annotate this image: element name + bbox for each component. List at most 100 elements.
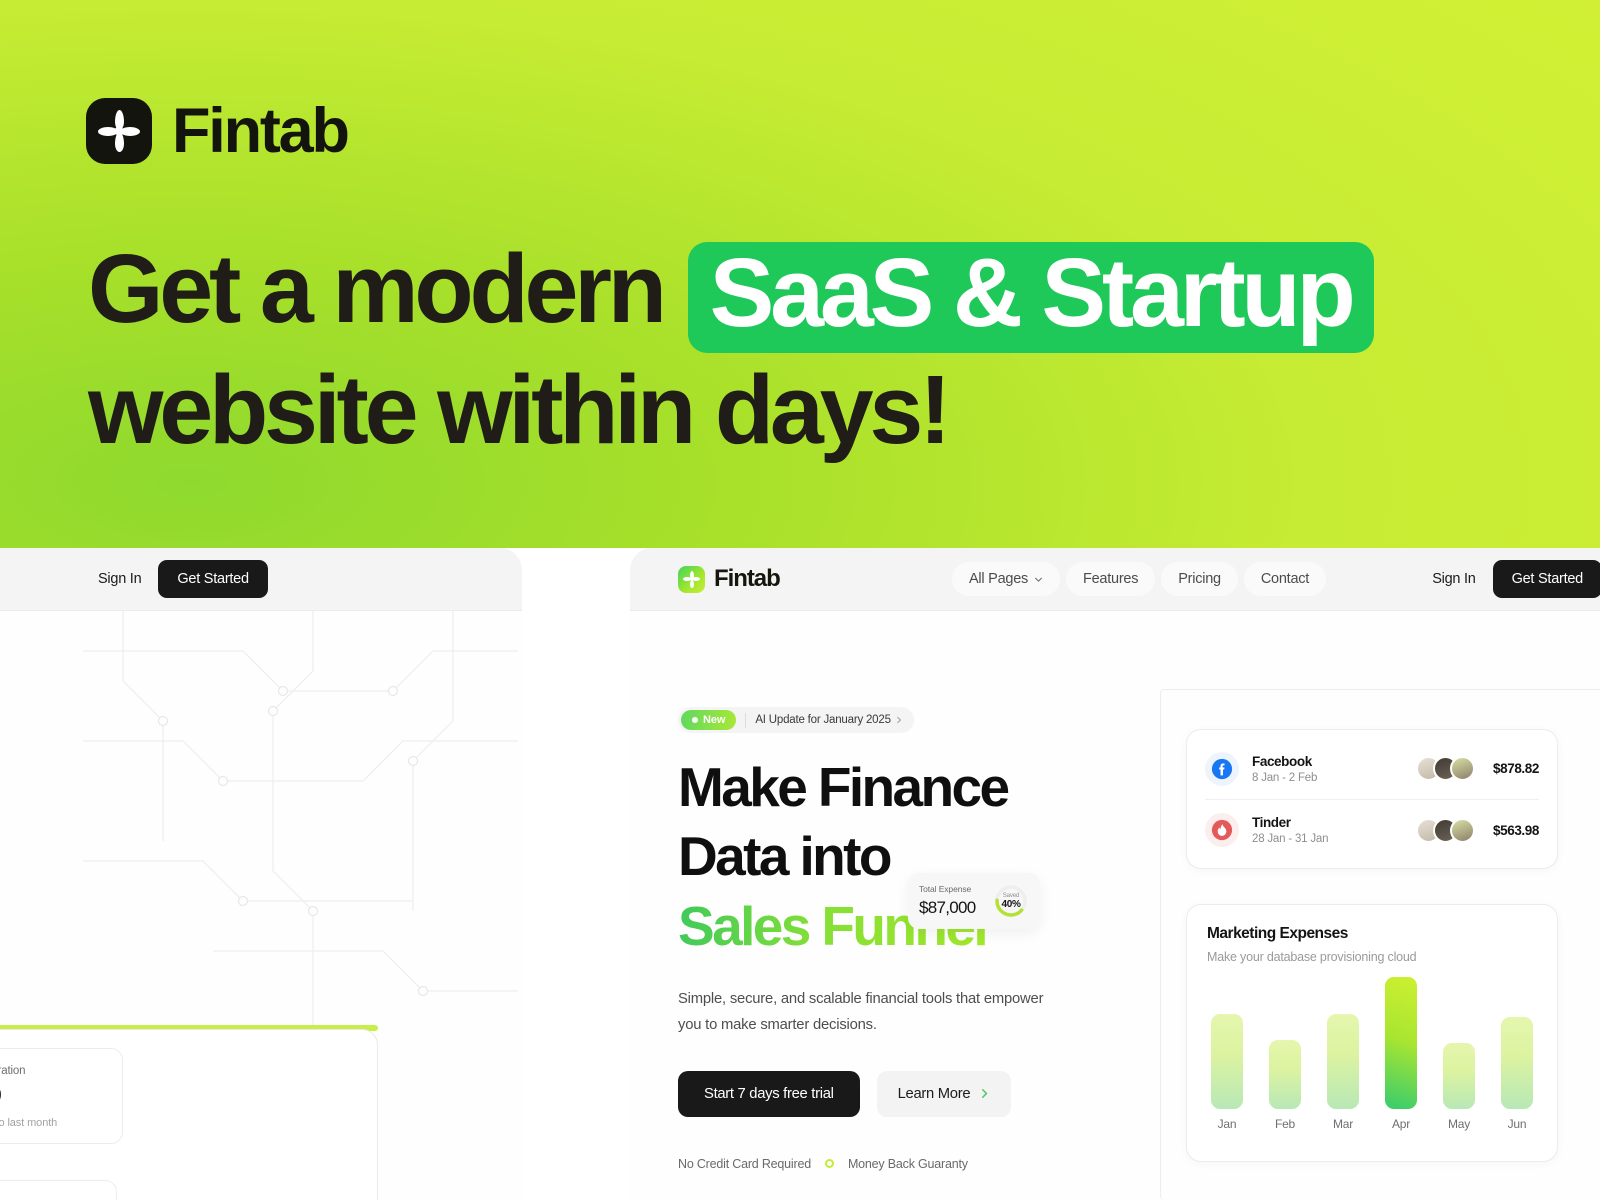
chart-x-label: Jan bbox=[1217, 1117, 1237, 1131]
table-row[interactable]: Tinder 28 Jan - 31 Jan $563.98 bbox=[1205, 799, 1539, 860]
headline-highlight-pill: SaaS & Startup bbox=[687, 242, 1374, 353]
marketing-expenses-chart-card: Marketing Expenses Make your database pr… bbox=[1186, 904, 1558, 1162]
right-hero-copy: New AI Update for January 2025 Make Fina… bbox=[678, 707, 1098, 1171]
total-expense-card: Total Expense $87,000 Saved 40% bbox=[908, 873, 1040, 929]
chart-subtitle: Make your database provisioning cloud bbox=[1207, 950, 1417, 964]
chart-bar[interactable] bbox=[1501, 1017, 1533, 1109]
nav-brand-name: Fintab bbox=[714, 565, 781, 592]
announcement-badge[interactable]: New AI Update for January 2025 bbox=[678, 707, 914, 733]
revenue-list-card: Revenue List See all bbox=[0, 1180, 117, 1200]
stat-note: Compared to last month bbox=[0, 1117, 58, 1129]
badge-divider bbox=[745, 712, 747, 728]
left-panel-navbar: Pricing Contact Sign In Get Started bbox=[0, 548, 522, 610]
left-heading: trol of es Today bbox=[0, 719, 258, 838]
right-panel-page: New AI Update for January 2025 Make Fina… bbox=[630, 610, 1600, 1200]
bullet-dot-icon bbox=[824, 1159, 834, 1169]
left-heading-line-1: trol of bbox=[0, 719, 258, 779]
sign-in-link[interactable]: Sign In bbox=[1432, 571, 1476, 587]
left-hero-content: trol of es Today l tools that empower yo… bbox=[0, 611, 522, 1200]
nav-item-contact[interactable]: Contact bbox=[1243, 562, 1327, 596]
stat-label: Lead Generation bbox=[0, 1065, 26, 1077]
hero-section: Fintab Get a modern SaaS & Startup websi… bbox=[0, 0, 1600, 548]
nav-item-pricing[interactable]: Pricing bbox=[1161, 562, 1238, 596]
expense-text-block: Total Expense $87,000 bbox=[919, 884, 976, 918]
right-hero-title: Make Finance Data into Sales Funnel bbox=[678, 753, 1098, 961]
nav-label-all-pages: All Pages bbox=[969, 571, 1029, 587]
expense-label: Total Expense bbox=[919, 884, 972, 894]
new-badge: New bbox=[681, 710, 737, 730]
left-nav-actions: Sign In Get Started bbox=[98, 560, 268, 598]
chevron-down-icon bbox=[1035, 577, 1042, 582]
nav-label-features: Features bbox=[1083, 571, 1139, 587]
chart-bar[interactable] bbox=[1269, 1040, 1301, 1109]
chart-x-label: Feb bbox=[1274, 1117, 1296, 1131]
row-amount: $563.98 bbox=[1493, 822, 1539, 838]
left-subtitle: l tools that empower you cisions. bbox=[0, 877, 98, 925]
new-badge-label: New bbox=[703, 714, 726, 726]
chevron-right-icon bbox=[897, 716, 901, 724]
right-hero-subtitle: Simple, secure, and scalable financial t… bbox=[678, 990, 1044, 1033]
savings-donut-chart: Saved 40% bbox=[993, 883, 1029, 919]
left-sign-in-link[interactable]: Sign In bbox=[98, 571, 142, 587]
avatar-group bbox=[1416, 756, 1475, 781]
stat-card: Lead Generation 78,099 Compared to last … bbox=[0, 1048, 123, 1144]
headline-part-1: Get a modern bbox=[88, 234, 667, 343]
chart-x-label: Jun bbox=[1507, 1117, 1527, 1131]
chart-bar[interactable] bbox=[1327, 1014, 1359, 1109]
chevron-right-icon bbox=[982, 1089, 988, 1099]
right-title-line-1: Make Finance bbox=[678, 756, 1010, 818]
left-subtitle-line-2: cisions. bbox=[0, 901, 98, 925]
avatar bbox=[1450, 817, 1475, 843]
left-subtitle-line-1: l tools that empower you bbox=[0, 877, 98, 901]
right-title-line-2: Data into bbox=[678, 825, 892, 888]
start-free-trial-button[interactable]: Start 7 days free trial bbox=[678, 1070, 860, 1117]
nav-brand[interactable]: Fintab bbox=[678, 565, 781, 593]
chart-x-label: Mar bbox=[1332, 1117, 1354, 1131]
badge-text: AI Update for January 2025 bbox=[755, 714, 891, 726]
stat-value: 78,099 bbox=[0, 1084, 106, 1108]
trust-money-back: Money Back Guaranty bbox=[847, 1156, 968, 1171]
chart-bar-column bbox=[1323, 1014, 1363, 1109]
row-date: 8 Jan - 2 Feb bbox=[1252, 771, 1318, 784]
donut-label: Saved 40% bbox=[993, 883, 1029, 919]
chart-x-label: May bbox=[1447, 1117, 1471, 1131]
left-secondary-cards: See all Revenue List See all bbox=[0, 1180, 117, 1200]
left-stat-cards: Average Monthly Spending $54,010.27 Comp… bbox=[0, 1048, 123, 1144]
chart-title: Marketing Expenses bbox=[1207, 925, 1348, 942]
nav-label-pricing: Pricing bbox=[1178, 571, 1221, 587]
right-nav-links: All Pages Features Pricing Contact bbox=[952, 562, 1327, 596]
nav-item-all-pages[interactable]: All Pages bbox=[952, 562, 1061, 596]
right-hero-ctas: Start 7 days free trial Learn More bbox=[678, 1070, 1098, 1117]
status-dot-icon bbox=[692, 717, 698, 723]
learn-more-label: Learn More bbox=[897, 1085, 971, 1102]
chart-x-axis-labels: Jan Feb Mar Apr May Jun bbox=[1207, 1117, 1537, 1131]
row-info: Tinder 28 Jan - 31 Jan bbox=[1252, 815, 1416, 845]
chart-bar[interactable] bbox=[1443, 1043, 1475, 1109]
social-spend-card: Facebook 8 Jan - 2 Feb $878.82 Tinder 28… bbox=[1186, 729, 1558, 869]
left-get-started-button[interactable]: Get Started bbox=[158, 560, 268, 598]
row-name: Tinder bbox=[1252, 815, 1291, 830]
dashboard-preview: Facebook 8 Jan - 2 Feb $878.82 Tinder 28… bbox=[1138, 689, 1600, 1200]
row-date: 28 Jan - 31 Jan bbox=[1252, 833, 1329, 845]
trust-indicators: No Credit Card Required Money Back Guara… bbox=[678, 1157, 1098, 1171]
expense-value: $87,000 bbox=[919, 898, 976, 917]
nav-label-contact: Contact bbox=[1260, 571, 1310, 587]
chart-bar[interactable] bbox=[1385, 977, 1417, 1109]
fintab-flower-logo bbox=[678, 565, 705, 593]
row-info: Facebook 8 Jan - 2 Feb bbox=[1252, 754, 1416, 784]
left-browser-panel: Pricing Contact Sign In Get Started bbox=[0, 548, 522, 1200]
fintab-flower-logo bbox=[86, 98, 152, 164]
learn-more-button[interactable]: Learn More bbox=[876, 1070, 1012, 1117]
table-row[interactable]: Facebook 8 Jan - 2 Feb $878.82 bbox=[1205, 738, 1539, 799]
chart-x-label: Apr bbox=[1391, 1117, 1411, 1131]
chart-bar-column bbox=[1497, 1017, 1537, 1109]
row-name: Facebook bbox=[1252, 753, 1312, 769]
chart-bar[interactable] bbox=[1211, 1014, 1243, 1109]
nav-item-features[interactable]: Features bbox=[1066, 562, 1156, 596]
avatar bbox=[1450, 756, 1475, 781]
get-started-button[interactable]: Get Started bbox=[1492, 560, 1600, 598]
chart-bar-column bbox=[1265, 1040, 1305, 1109]
headline-part-2: website within days! bbox=[88, 355, 951, 464]
hero-headline: Get a modern SaaS & Startup website with… bbox=[88, 232, 1518, 467]
brand-logo: Fintab bbox=[86, 98, 350, 164]
